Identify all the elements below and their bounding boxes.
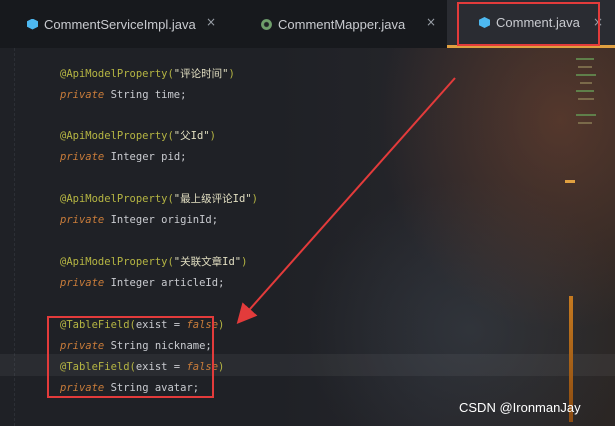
mapper-interface-icon (261, 18, 272, 30)
code-minimap[interactable] (576, 58, 602, 208)
code-line: @ApiModelProperty("评论时间") (60, 68, 235, 80)
java-class-icon (27, 18, 38, 30)
code-line: private Integer articleId; (60, 277, 225, 289)
editor-tab-bar: CommentServiceImpl.java × CommentMapper.… (0, 0, 615, 48)
tab-comment-service-impl[interactable]: CommentServiceImpl.java × (0, 0, 218, 48)
code-line: private String time; (60, 89, 187, 101)
tab-label: CommentServiceImpl.java (44, 16, 196, 32)
ide-window: CommentServiceImpl.java × CommentMapper.… (0, 0, 615, 426)
code-line: private Integer originId; (60, 214, 219, 226)
tab-comment-mapper[interactable]: CommentMapper.java × (228, 0, 440, 48)
close-icon[interactable]: × (426, 15, 436, 29)
close-icon[interactable]: × (206, 15, 216, 29)
code-line: private Integer pid; (60, 151, 187, 163)
active-tab-highlight-box (457, 2, 600, 46)
code-line: @ApiModelProperty("最上级评论Id") (60, 193, 258, 205)
tab-label: CommentMapper.java (278, 16, 406, 32)
code-line: @ApiModelProperty("父Id") (60, 130, 216, 142)
fields-highlight-box (47, 316, 214, 398)
code-line: @ApiModelProperty("关联文章Id") (60, 256, 248, 268)
scroll-marker (565, 180, 575, 183)
watermark: CSDN @IronmanJay (459, 400, 581, 415)
